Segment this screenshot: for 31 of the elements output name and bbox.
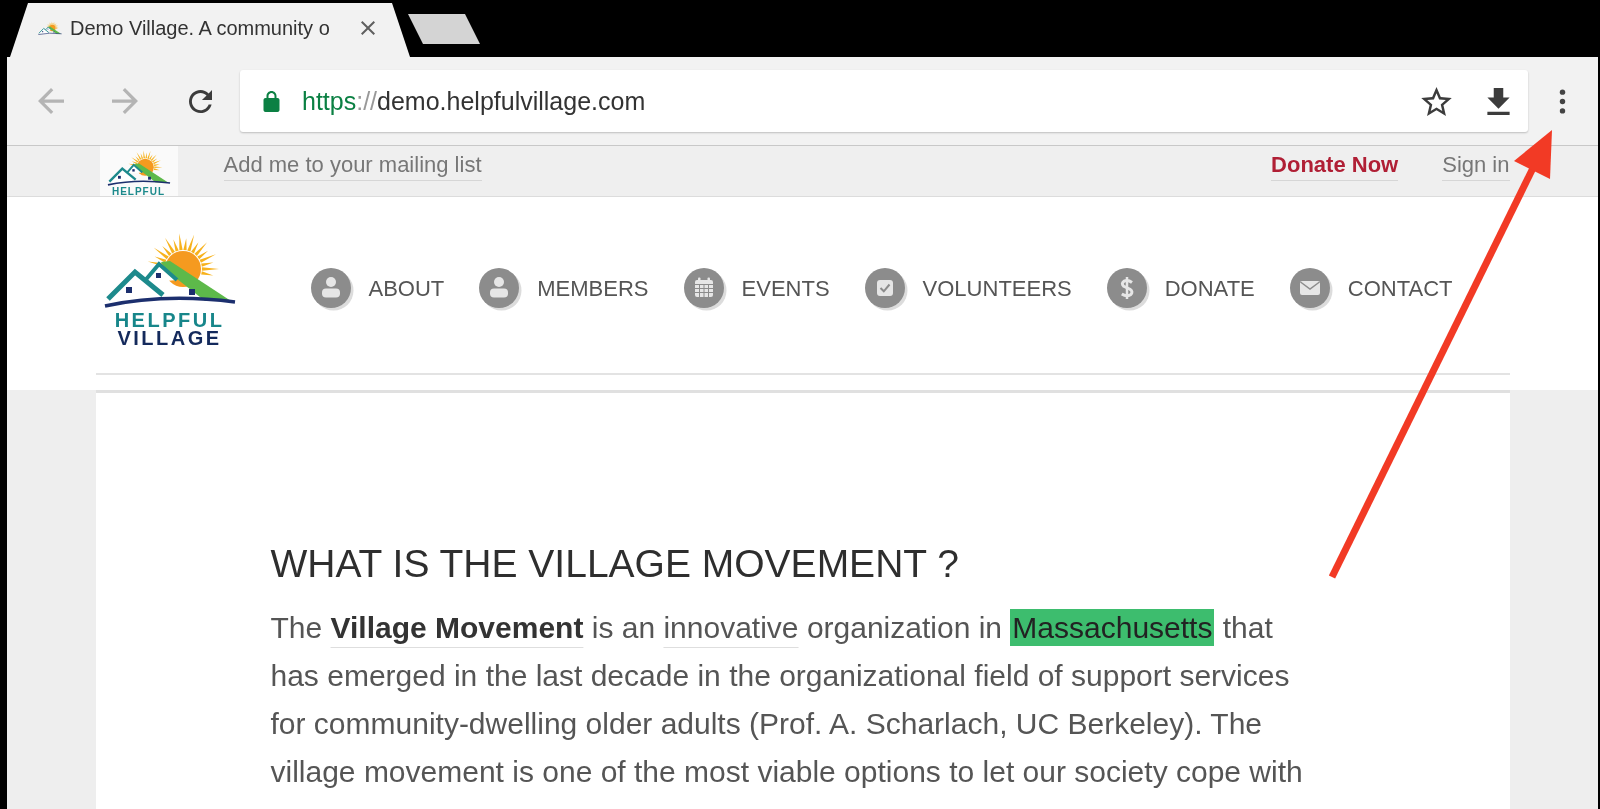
checkbox-icon — [864, 267, 908, 311]
nav-link[interactable]: DONATE — [1106, 267, 1255, 311]
nav-link[interactable]: CONTACT — [1289, 267, 1453, 311]
text-link[interactable]: Sign in — [1442, 152, 1510, 181]
nav-link[interactable]: EVENTS — [683, 267, 830, 311]
section-heading: WHAT IS THE VILLAGE MOVEMENT ? — [270, 541, 960, 587]
envelope-icon — [1289, 267, 1333, 311]
close-icon[interactable] — [361, 21, 375, 35]
nav-link[interactable]: MEMBERS — [479, 267, 649, 311]
download-icon[interactable] — [1486, 87, 1511, 115]
url-text: https://demo.helpfulvillage.com — [302, 86, 646, 116]
menu-icon[interactable] — [1559, 88, 1566, 114]
reload-icon[interactable] — [189, 89, 212, 113]
person-icon — [310, 267, 354, 311]
dollar-icon — [1106, 267, 1150, 311]
nav-link[interactable]: VOLUNTEERS — [864, 267, 1072, 311]
text-link[interactable]: Village Movement — [330, 611, 584, 644]
calendar-icon — [683, 267, 727, 311]
nav-link[interactable]: ABOUT — [310, 267, 445, 311]
star-icon[interactable] — [1421, 86, 1452, 116]
site-logo[interactable]: HELPFUL — [99, 146, 178, 196]
site-logo[interactable]: HELPFUL VILLAGE — [102, 231, 237, 347]
sun-house-icon — [38, 21, 62, 35]
donate-link[interactable]: Donate Now — [1271, 152, 1399, 181]
person-icon — [479, 267, 523, 311]
highlighted-text: Massachusetts — [1010, 609, 1215, 646]
address-bar[interactable]: https://demo.helpfulvillage.com — [240, 70, 1528, 132]
body-paragraph: The Village Movement is an innovative organization in Massachusetts that has emerged in the last decade in the organizational field of support services for community-dwelling older adults (Prof. A. Scharlach, UC Berkeley). The village movement is one of the most viable options to let our society cope with — [270, 608, 1304, 790]
browser-tab[interactable]: Demo Village. A community o — [10, 3, 410, 57]
text-link[interactable]: innovative — [663, 611, 799, 644]
text-link[interactable]: Add me to your mailing list — [223, 152, 482, 181]
